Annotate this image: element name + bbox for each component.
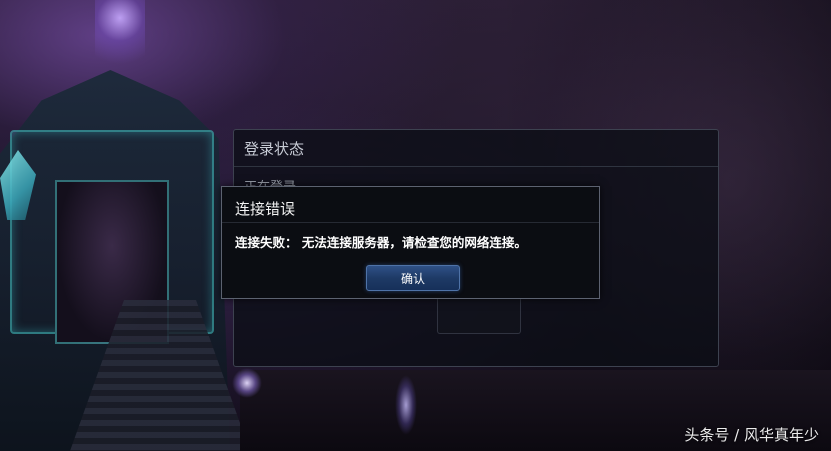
panel-divider	[234, 166, 718, 167]
dialog-title: 连接错误	[235, 200, 296, 218]
magic-orb-glow	[232, 368, 262, 398]
magic-light-glow	[395, 375, 417, 435]
confirm-button[interactable]: 确认	[366, 265, 460, 291]
dialog-divider	[222, 222, 599, 223]
login-status-title: 登录状态	[244, 140, 305, 158]
connection-error-dialog: 连接错误 连接失败： 无法连接服务器，请检查您的网络连接。 确认	[221, 186, 600, 299]
watermark: 头条号 / 风华真年少	[684, 426, 819, 444]
dialog-message: 连接失败： 无法连接服务器，请检查您的网络连接。	[235, 235, 527, 250]
